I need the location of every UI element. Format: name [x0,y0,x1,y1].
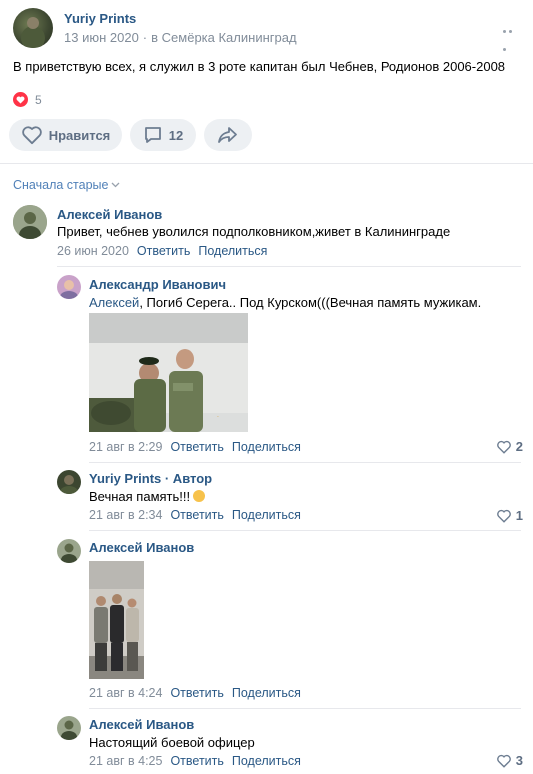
comment-date[interactable]: 21 авг в 4:25 [89,754,162,768]
share-comment-button[interactable]: Поделиться [232,440,301,454]
reply-button[interactable]: Ответить [170,686,223,700]
comment-date[interactable]: 21 авг в 2:34 [89,508,162,522]
comment-avatar[interactable] [57,275,81,299]
comment-like-button[interactable]: 2 [496,439,523,454]
share-comment-button[interactable]: Поделиться [198,244,267,258]
share-comment-button[interactable]: Поделиться [232,686,301,700]
comment-likes-count: 3 [515,753,523,768]
comment-footer: 21 авг в 2:29 Ответить Поделиться [89,440,301,454]
comment-text: Настоящий боевой офицер [89,735,255,750]
comment-date[interactable]: 21 авг в 2:29 [89,440,162,454]
post-location[interactable]: в Семёрка Калининград [151,30,296,45]
comment-button[interactable]: 12 [130,119,196,151]
divider [89,462,521,463]
svg-text:·: · [217,414,219,421]
comment-text: Алексей, Погиб Серега.. Под Курском(((Ве… [89,295,482,310]
share-button[interactable] [204,119,252,151]
comment-avatar[interactable] [13,205,47,239]
comment-author[interactable]: Алексей Иванов [89,717,194,732]
post-meta: 13 июн 2020 · в Семёрка Калининград [64,30,297,45]
comment-footer: 21 авг в 2:34 Ответить Поделиться [89,508,301,522]
comment-author[interactable]: Александр Иванович [89,277,226,292]
comment-photo[interactable] [89,561,144,679]
post-date[interactable]: 13 июн 2020 [64,30,139,45]
comment-date[interactable]: 26 июн 2020 [57,244,129,258]
comment-avatar[interactable] [57,716,81,740]
heart-icon [21,126,42,145]
comment-likes-count: 1 [515,508,523,523]
more-icon[interactable] [503,20,519,51]
comment-photo[interactable]: · [89,313,248,432]
comment-avatar[interactable] [57,539,81,563]
post-author-avatar[interactable] [13,8,53,48]
sort-dropdown[interactable]: Сначала старые [13,178,120,192]
comment-avatar[interactable] [57,470,81,494]
mention-link[interactable]: Алексей [89,295,139,310]
likes-count: 5 [35,92,42,107]
chevron-down-icon [112,182,120,188]
comment-date[interactable]: 21 авг в 4:24 [89,686,162,700]
sort-label: Сначала старые [13,178,109,192]
reply-button[interactable]: Ответить [137,244,190,258]
comment-author[interactable]: Yuriy Prints · Автор [89,471,212,486]
like-button[interactable]: Нравится [9,119,122,151]
heart-icon [496,440,511,454]
post-likes-summary[interactable]: 5 [13,92,42,107]
comment-author[interactable]: Алексей Иванов [57,207,162,222]
comments-count: 12 [168,127,184,143]
divider [89,530,521,531]
post-text: В приветствую всех, я служил в 3 роте ка… [13,59,506,74]
comment-like-button[interactable]: 1 [496,508,523,523]
comment-likes-count: 2 [515,439,523,454]
divider [57,266,521,267]
heart-icon [496,509,511,523]
comment-footer: 21 авг в 4:25 Ответить Поделиться [89,754,301,768]
post-author-name[interactable]: Yuriy Prints [64,11,136,26]
comment-text: Привет, чебнев уволился подполковником,ж… [57,224,451,239]
share-comment-button[interactable]: Поделиться [232,754,301,768]
heart-icon [13,92,28,107]
emoji-icon [193,490,206,502]
reply-button[interactable]: Ответить [170,508,223,522]
heart-icon [496,754,511,768]
like-label: Нравится [48,127,111,143]
share-comment-button[interactable]: Поделиться [232,508,301,522]
comment-footer: 21 авг в 4:24 Ответить Поделиться [89,686,301,700]
comment-like-button[interactable]: 3 [496,753,523,768]
divider [89,708,521,709]
comment-text: Вечная память!!! [89,489,206,504]
comment-author[interactable]: Алексей Иванов [89,540,194,555]
divider [0,163,533,164]
comment-icon [144,127,161,143]
share-icon [218,127,237,143]
reply-button[interactable]: Ответить [170,754,223,768]
comment-footer: 26 июн 2020 Ответить Поделиться [57,244,267,258]
reply-button[interactable]: Ответить [170,440,223,454]
